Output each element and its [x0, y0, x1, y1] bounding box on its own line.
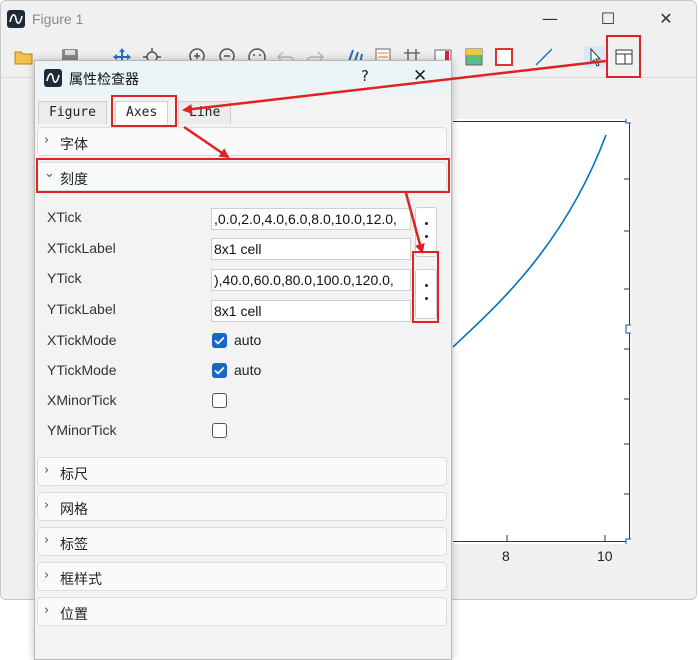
chevron-right-icon: ›	[44, 568, 50, 583]
open-icon[interactable]	[13, 46, 35, 68]
xticklabel-label: XTickLabel	[47, 240, 116, 256]
section-font[interactable]: › 字体	[37, 127, 447, 156]
xticklabel-field[interactable]: 8x1 cell	[211, 238, 411, 260]
chevron-right-icon: ›	[44, 498, 50, 513]
line-icon[interactable]	[533, 46, 555, 68]
property-inspector-dialog: 属性检查器 ? ✕ Figure Axes Line › 字体 ⌄ 刻度 XTi…	[34, 60, 452, 660]
dialog-title: 属性检查器	[69, 72, 139, 88]
xtickmode-label: XTickMode	[47, 332, 117, 348]
tab-bar: Figure Axes Line	[35, 99, 451, 125]
section-ruler[interactable]: › 标尺	[37, 457, 447, 486]
dialog-titlebar: 属性检查器 ? ✕	[35, 61, 451, 95]
section-label: 标尺	[60, 467, 88, 483]
annotation-box-inspector	[606, 35, 641, 78]
minimize-button[interactable]: —	[535, 7, 565, 31]
xminortick-label: XMinorTick	[47, 392, 117, 408]
section-label: 标签	[60, 537, 88, 553]
close-button[interactable]: ✕	[651, 7, 681, 31]
xtickmode-value: auto	[234, 332, 262, 348]
box-icon[interactable]	[493, 46, 515, 68]
section-label: 字体	[60, 137, 88, 153]
ytick-field[interactable]: ),40.0,60.0,80.0,100.0,120.0,	[211, 269, 411, 291]
selection-handle[interactable]	[625, 119, 631, 124]
yminortick-checkbox[interactable]	[212, 423, 227, 438]
dialog-close-button[interactable]: ✕	[413, 66, 427, 86]
axes-plot	[453, 119, 631, 544]
chevron-right-icon: ›	[44, 463, 50, 478]
help-button[interactable]: ?	[361, 67, 369, 85]
section-box-style[interactable]: › 框样式	[37, 562, 447, 591]
section-label: 位置	[60, 607, 88, 623]
select-pointer-icon[interactable]	[584, 46, 606, 68]
tab-figure[interactable]: Figure	[38, 101, 107, 124]
x-tick-label: 10	[597, 548, 613, 564]
x-tick-label: 8	[502, 548, 510, 564]
xtick-label: XTick	[47, 209, 82, 225]
matlab-app-icon	[7, 10, 25, 28]
figure-title: Figure 1	[32, 11, 84, 27]
yticklabel-label: YTickLabel	[47, 301, 116, 317]
section-label: 框样式	[60, 572, 102, 588]
ytickmode-label: YTickMode	[47, 362, 117, 378]
matlab-app-icon	[44, 69, 62, 87]
selection-handle[interactable]	[625, 538, 631, 544]
section-position[interactable]: › 位置	[37, 597, 447, 626]
selection-handle[interactable]	[625, 324, 631, 334]
ytick-label: YTick	[47, 270, 82, 286]
annotation-box-axes-tab	[111, 95, 177, 127]
xtick-more-button[interactable]	[415, 207, 437, 257]
yminortick-label: YMinorTick	[47, 422, 117, 438]
axes-area[interactable]: 8 10	[453, 119, 631, 564]
ytickmode-checkbox[interactable]	[212, 363, 227, 378]
annotation-box-ticks	[36, 158, 450, 193]
xtick-field[interactable]: ,0.0,2.0,4.0,6.0,8.0,10.0,12.0,	[211, 208, 411, 230]
annotation-box-more	[412, 251, 439, 323]
yticklabel-field[interactable]: 8x1 cell	[211, 300, 411, 322]
figure-titlebar: Figure 1 — ☐ ✕	[1, 1, 696, 39]
maximize-button[interactable]: ☐	[593, 7, 623, 31]
section-label: 网格	[60, 502, 88, 518]
chevron-right-icon: ›	[44, 133, 50, 148]
chevron-right-icon: ›	[44, 533, 50, 548]
section-grid[interactable]: › 网格	[37, 492, 447, 521]
tab-line[interactable]: Line	[178, 101, 232, 124]
section-labels[interactable]: › 标签	[37, 527, 447, 556]
xtickmode-checkbox[interactable]	[212, 333, 227, 348]
xminortick-checkbox[interactable]	[212, 393, 227, 408]
ytickmode-value: auto	[234, 362, 262, 378]
chevron-right-icon: ›	[44, 603, 50, 618]
colormap-icon[interactable]	[463, 46, 485, 68]
